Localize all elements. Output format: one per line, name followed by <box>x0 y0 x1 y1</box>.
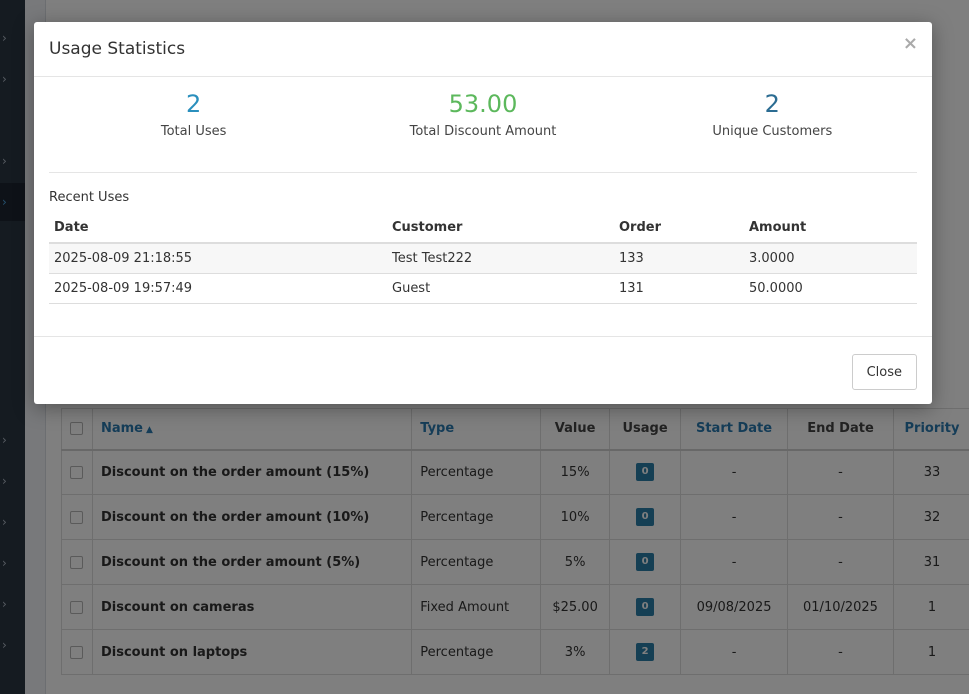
use-date: 2025-08-09 19:57:49 <box>49 273 387 304</box>
column-header-date: Date <box>49 213 387 244</box>
use-date: 2025-08-09 21:18:55 <box>49 243 387 274</box>
modal-title: Usage Statistics <box>49 39 186 59</box>
stat-total-discount-amount-value: 53.00 <box>448 90 518 118</box>
stat-total-uses-value: 2 <box>186 90 202 118</box>
usage-statistics-modal: Usage Statistics × 2 Total Uses 53.00 To… <box>34 22 932 404</box>
close-button[interactable]: Close <box>851 354 917 390</box>
use-order: 131 <box>614 273 744 304</box>
stat-unique-customers-label: Unique Customers <box>712 124 833 139</box>
stat-unique-customers-value: 2 <box>764 90 780 118</box>
stat-total-discount-amount: 53.00 Total Discount Amount <box>338 77 627 172</box>
table-row: 2025-08-09 19:57:49 Guest 131 50.0000 <box>49 273 917 304</box>
recent-uses-heading: Recent Uses <box>49 190 130 205</box>
close-icon[interactable]: × <box>903 34 918 54</box>
modal-footer: Close <box>34 336 932 404</box>
recent-uses-table: Date Customer Order Amount 2025-08-09 21… <box>49 213 917 304</box>
column-header-customer: Customer <box>387 213 614 244</box>
stat-total-uses-label: Total Uses <box>160 124 227 139</box>
table-row: 2025-08-09 21:18:55 Test Test222 133 3.0… <box>49 243 917 274</box>
stat-unique-customers: 2 Unique Customers <box>628 77 917 172</box>
stat-total-uses: 2 Total Uses <box>49 77 338 172</box>
use-amount: 3.0000 <box>744 243 917 274</box>
use-customer: Guest <box>387 273 614 304</box>
modal-header: Usage Statistics × <box>34 22 932 77</box>
use-order: 133 <box>614 243 744 274</box>
column-header-amount: Amount <box>744 213 917 244</box>
stats-summary: 2 Total Uses 53.00 Total Discount Amount… <box>49 77 917 173</box>
use-customer: Test Test222 <box>387 243 614 274</box>
column-header-order: Order <box>614 213 744 244</box>
use-amount: 50.0000 <box>744 273 917 304</box>
stat-total-discount-amount-label: Total Discount Amount <box>409 124 557 139</box>
